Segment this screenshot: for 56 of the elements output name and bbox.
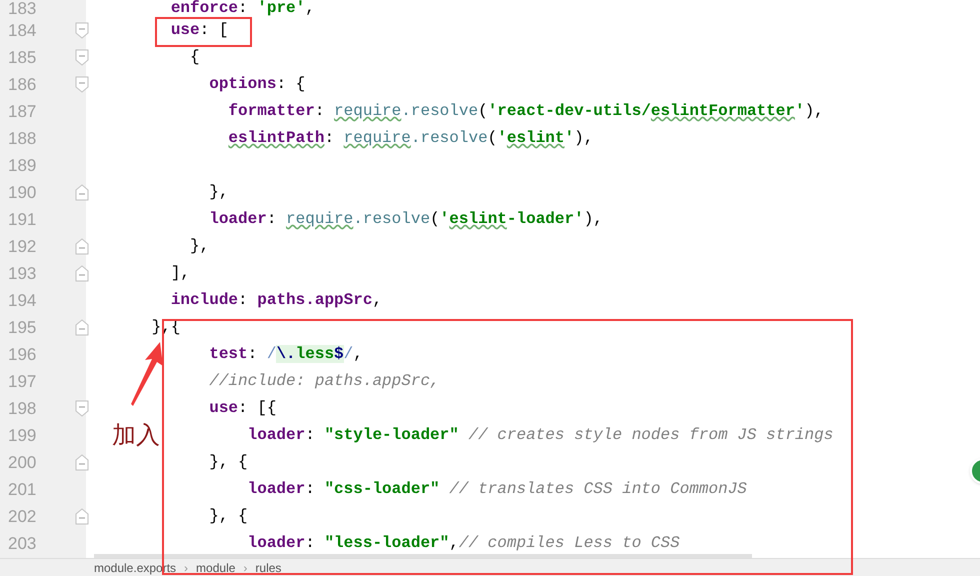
fold-marker-icon[interactable]: [75, 49, 89, 66]
line-number: 200: [7, 454, 38, 471]
line-number: 191: [7, 211, 38, 228]
annotation-label: 加入: [112, 424, 160, 448]
code-line: ],: [170, 265, 190, 282]
line-number: 195: [7, 319, 38, 336]
fold-marker-icon[interactable]: [75, 238, 89, 255]
line-number: 199: [7, 427, 38, 444]
line-number: 187: [7, 103, 38, 120]
code-line: },: [209, 184, 228, 201]
breadcrumb-separator: ›: [184, 560, 188, 576]
line-number: 190: [7, 184, 38, 201]
line-number: 194: [7, 292, 38, 309]
breadcrumb-item[interactable]: module: [196, 558, 236, 576]
line-number: 203: [7, 535, 38, 552]
code-line: }, {: [209, 508, 248, 525]
line-number: 198: [7, 400, 38, 417]
code-line: use: [{: [209, 400, 276, 417]
fold-marker-icon[interactable]: [75, 76, 89, 93]
line-number: 197: [7, 373, 38, 390]
line-number: 189: [7, 157, 38, 174]
fold-marker-icon[interactable]: [75, 454, 89, 471]
fold-marker-icon[interactable]: [75, 319, 89, 336]
code-line: use: [: [170, 22, 228, 39]
code-line: enforce: 'pre',: [170, 0, 315, 17]
code-line: test: /\.less$/,: [209, 346, 363, 363]
line-number: 186: [7, 76, 38, 93]
code-line: loader: "style-loader" // creates style nodes from JS strings: [248, 427, 834, 444]
line-number: 201: [7, 481, 38, 498]
breadcrumb-separator: ›: [243, 560, 248, 576]
arrow-annotation: [131, 342, 163, 406]
fold-marker-icon[interactable]: [75, 22, 89, 39]
code-line: loader: "css-loader" // translates CSS into CommonJS: [248, 481, 747, 498]
line-number: 184: [7, 22, 38, 39]
line-number: 185: [7, 49, 38, 66]
line-number: 202: [7, 508, 38, 525]
fold-marker-icon[interactable]: [75, 400, 89, 417]
line-number: 192: [7, 238, 38, 255]
code-line: {: [190, 49, 200, 66]
code-line: formatter: require.resolve('react-dev-utils/eslintFormatter'),: [228, 103, 824, 120]
code-line: options: {: [209, 76, 306, 93]
fold-marker-icon[interactable]: [75, 508, 89, 525]
code-line: include: paths.appSrc,: [170, 292, 382, 309]
code-line: eslintPath: require.resolve('eslint'),: [228, 130, 594, 147]
line-number: 188: [7, 130, 38, 147]
line-number: 196: [7, 346, 38, 363]
fold-marker-icon[interactable]: [75, 184, 89, 201]
code-line: }, {: [209, 454, 248, 471]
line-number: 183: [7, 0, 38, 17]
code-line: loader: "less-loader",// compiles Less to CSS: [248, 535, 680, 552]
line-number: 193: [7, 265, 38, 282]
code-line: },: [190, 238, 210, 255]
code-line: //include: paths.appSrc,: [209, 373, 440, 390]
fold-marker-icon[interactable]: [75, 265, 89, 282]
code-line: loader: require.resolve('eslint-loader'),: [209, 211, 603, 228]
breadcrumb-item[interactable]: rules: [255, 558, 282, 576]
